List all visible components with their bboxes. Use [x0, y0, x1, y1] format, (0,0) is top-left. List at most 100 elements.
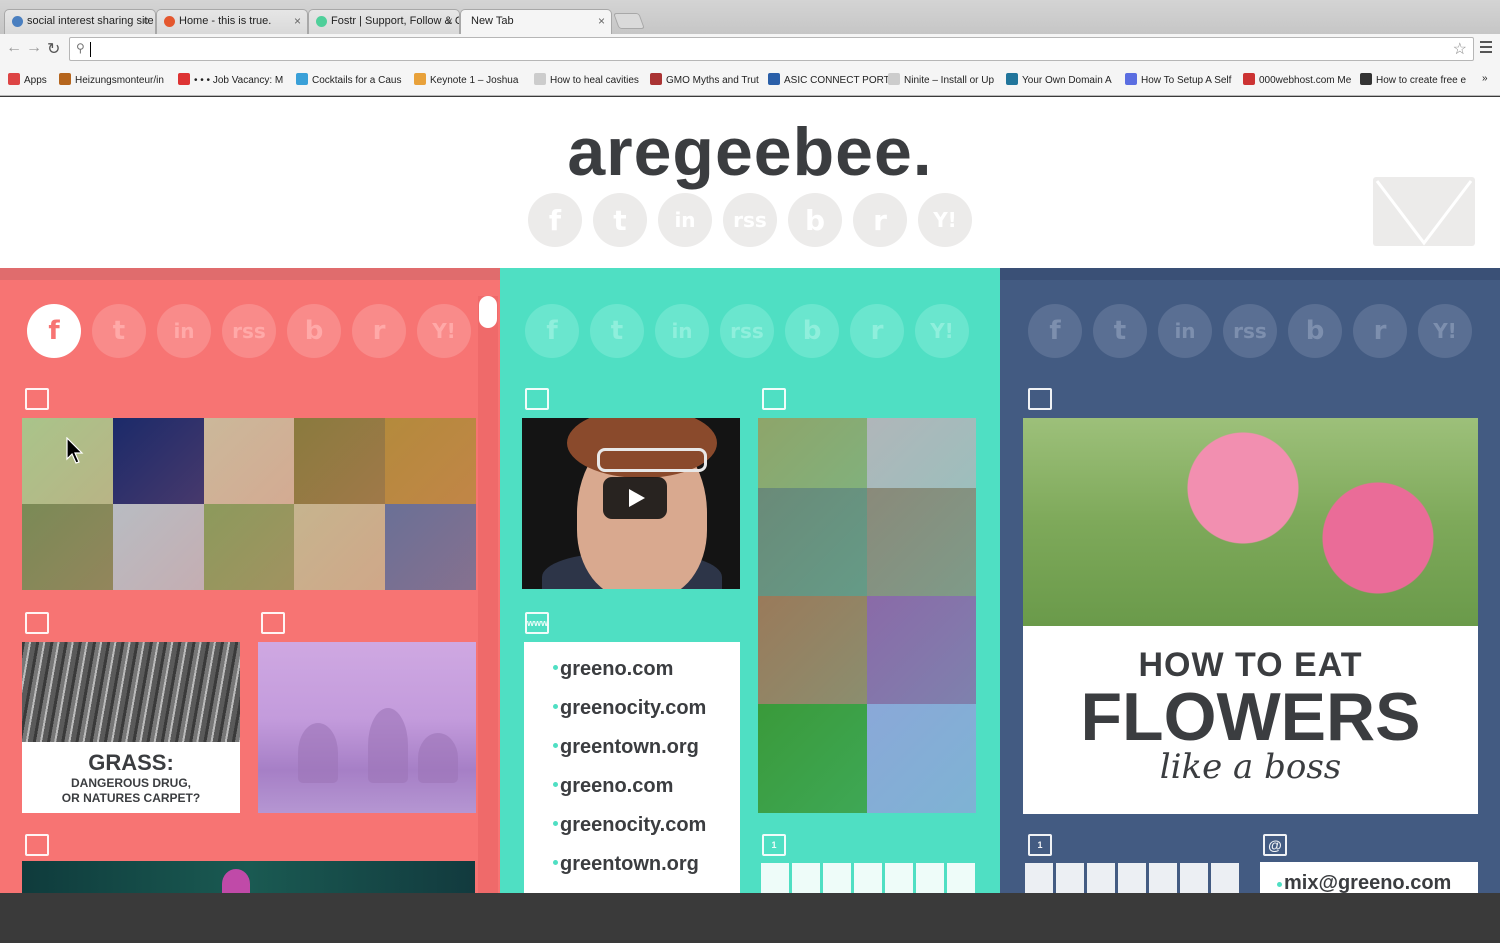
foggy-forest-photo[interactable] — [258, 642, 476, 813]
link-item[interactable]: greeno.com — [524, 773, 740, 812]
gallery-photo[interactable] — [112, 418, 204, 504]
bookmark-item[interactable]: Ninite – Install or Up — [888, 73, 994, 86]
calendar-strip[interactable] — [1025, 863, 1239, 893]
close-icon[interactable]: × — [598, 14, 605, 28]
rss-icon[interactable]: rss — [720, 304, 774, 358]
close-icon[interactable]: × — [142, 14, 149, 28]
yahoo-icon[interactable]: Y! — [915, 304, 969, 358]
gallery-photo[interactable] — [867, 488, 976, 596]
photo-gallery[interactable] — [22, 418, 476, 590]
bookmark-item[interactable]: • • • Job Vacancy: M — [178, 73, 283, 86]
gallery-photo[interactable] — [867, 418, 976, 488]
close-icon[interactable]: × — [294, 14, 301, 28]
link-item[interactable]: greentown.org — [524, 734, 740, 773]
facebook-icon[interactable]: f — [27, 304, 81, 358]
gallery-photo[interactable] — [22, 504, 113, 590]
site-logo[interactable]: aregeebee. — [0, 113, 1500, 191]
bebo-icon[interactable]: b — [287, 304, 341, 358]
link-item[interactable]: greenocity.com — [524, 695, 740, 734]
bookmark-item[interactable]: How To Setup A Self — [1125, 73, 1231, 86]
gallery-photo[interactable] — [112, 504, 204, 590]
email-address[interactable]: mix@greeno.com — [1284, 872, 1451, 893]
tab-social-interest[interactable]: social interest sharing site × — [4, 9, 156, 34]
reddit-icon[interactable]: r — [1353, 304, 1407, 358]
bookmark-item[interactable]: Apps — [8, 73, 47, 86]
bookmark-item[interactable]: Your Own Domain A — [1006, 73, 1112, 86]
gallery-photo[interactable] — [294, 418, 386, 504]
linkedin-icon[interactable]: in — [1158, 304, 1212, 358]
rss-icon[interactable]: rss — [1223, 304, 1277, 358]
bookmark-item[interactable]: Cocktails for a Caus — [296, 73, 401, 86]
bebo-icon[interactable]: b — [1288, 304, 1342, 358]
yahoo-icon[interactable]: Y! — [918, 193, 972, 247]
rss-icon[interactable]: rss — [222, 304, 276, 358]
twitter-icon[interactable]: t — [92, 304, 146, 358]
photo-gallery[interactable] — [758, 418, 976, 813]
bookmark-item[interactable]: 000webhost.com Me — [1243, 73, 1351, 86]
bookmark-item[interactable]: GMO Myths and Trut — [650, 73, 759, 86]
video-thumbnail[interactable] — [22, 861, 475, 893]
back-icon[interactable]: ← — [6, 39, 22, 57]
bookmark-label: Your Own Domain A — [1022, 75, 1112, 86]
gallery-photo[interactable] — [203, 504, 295, 590]
gallery-photo[interactable] — [294, 504, 386, 590]
omnibox[interactable]: ⚲ ☆ — [69, 37, 1474, 61]
close-icon[interactable]: × — [446, 14, 453, 28]
forward-icon[interactable]: → — [26, 39, 42, 57]
bookmark-item[interactable]: Heizungsmonteur/in — [59, 73, 164, 86]
reload-icon[interactable]: ↻ — [47, 39, 60, 59]
gallery-photo[interactable] — [867, 596, 976, 704]
twitter-icon[interactable]: t — [1093, 304, 1147, 358]
tab-new-tab[interactable]: New Tab × — [460, 9, 612, 35]
link-item[interactable]: greeno.com — [524, 656, 740, 695]
favicon-icon — [316, 16, 327, 27]
calendar-strip[interactable] — [761, 863, 975, 893]
scrollbar-thumb[interactable] — [479, 296, 497, 328]
menu-icon[interactable] — [1480, 41, 1492, 56]
play-button[interactable] — [603, 477, 667, 519]
flower-photo[interactable] — [1023, 418, 1478, 626]
gallery-photo[interactable] — [758, 596, 867, 704]
email-card[interactable]: mix@greeno.com — [1260, 862, 1478, 893]
gallery-photo[interactable] — [385, 504, 476, 590]
yahoo-icon[interactable]: Y! — [417, 304, 471, 358]
mail-icon[interactable] — [1373, 177, 1475, 246]
gallery-photo[interactable] — [758, 488, 867, 596]
gallery-photo[interactable] — [867, 704, 976, 813]
reddit-icon[interactable]: r — [853, 193, 907, 247]
flower-article-card[interactable]: HOW TO EAT FLOWERS like a boss — [1023, 626, 1478, 814]
bookmarks-overflow-icon[interactable]: » — [1482, 73, 1488, 84]
tab-home[interactable]: Home - this is true. × — [156, 9, 308, 34]
tab-fostr[interactable]: Fostr | Support, Follow & C × — [308, 9, 460, 34]
link-item[interactable]: greenocity.com — [524, 812, 740, 851]
gallery-photo[interactable] — [758, 418, 867, 488]
link-item[interactable]: greentown.org — [524, 851, 740, 890]
linkedin-icon[interactable]: in — [157, 304, 211, 358]
bookmark-item[interactable]: ASIC CONNECT PORT — [768, 73, 890, 86]
gallery-photo[interactable] — [385, 418, 476, 504]
bookmark-star-icon[interactable]: ☆ — [1453, 39, 1467, 59]
reddit-icon[interactable]: r — [352, 304, 406, 358]
facebook-icon[interactable]: f — [1028, 304, 1082, 358]
gallery-photo[interactable] — [203, 418, 295, 504]
bebo-icon[interactable]: b — [785, 304, 839, 358]
bookmark-item[interactable]: Keynote 1 – Joshua — [414, 73, 518, 86]
grass-article-card[interactable]: GRASS: DANGEROUS DRUG, OR NATURES CARPET… — [22, 742, 240, 813]
video-player[interactable] — [522, 418, 740, 589]
gallery-photo[interactable] — [758, 704, 867, 813]
reddit-icon[interactable]: r — [850, 304, 904, 358]
new-tab-button[interactable] — [613, 13, 645, 29]
bebo-icon[interactable]: b — [788, 193, 842, 247]
facebook-icon[interactable]: f — [525, 304, 579, 358]
rss-icon[interactable]: rss — [723, 193, 777, 247]
scrollbar-track[interactable] — [478, 296, 498, 893]
bookmark-item[interactable]: How to create free e — [1360, 73, 1466, 86]
twitter-icon[interactable]: t — [590, 304, 644, 358]
grass-photo[interactable] — [22, 642, 240, 742]
yahoo-icon[interactable]: Y! — [1418, 304, 1472, 358]
linkedin-icon[interactable]: in — [658, 193, 712, 247]
twitter-icon[interactable]: t — [593, 193, 647, 247]
linkedin-icon[interactable]: in — [655, 304, 709, 358]
facebook-icon[interactable]: f — [528, 193, 582, 247]
bookmark-item[interactable]: How to heal cavities — [534, 73, 639, 86]
